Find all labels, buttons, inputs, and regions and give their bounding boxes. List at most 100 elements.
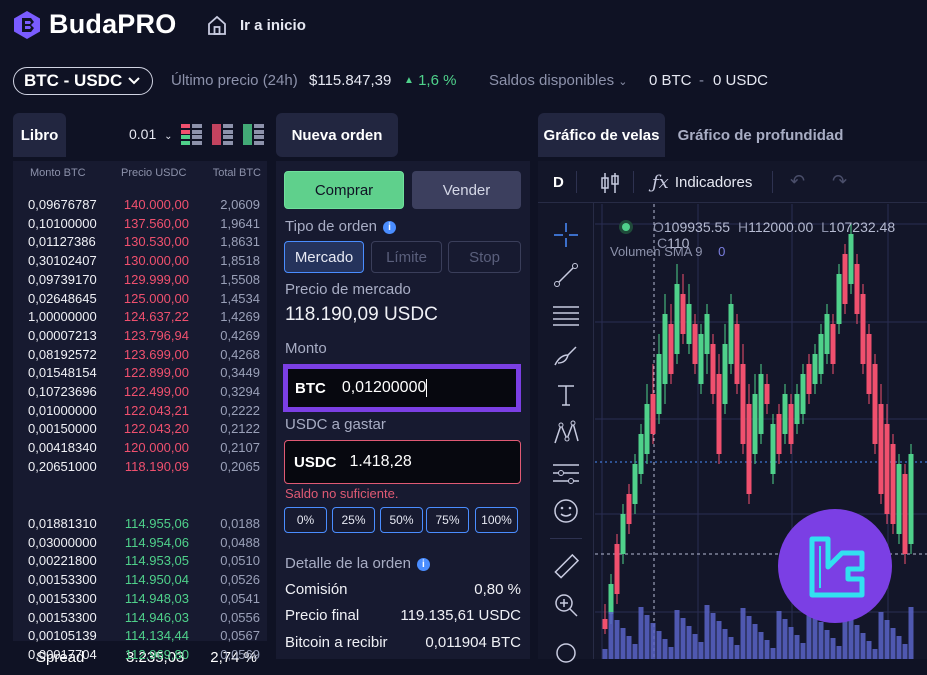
info-icon[interactable]: i: [416, 558, 430, 571]
balances-dropdown[interactable]: Saldos disponibles ⌄: [489, 72, 627, 89]
ask-total: 0,4268: [220, 346, 260, 362]
ask-price: 122.043,20: [123, 421, 189, 437]
sell-button[interactable]: Vender: [412, 171, 521, 209]
brand-logo[interactable]: BudaPRO: [13, 9, 176, 40]
ask-row[interactable]: 0,10723696 122.499,00 0,3294: [13, 384, 267, 402]
tab-candles[interactable]: Gráfico de velas: [538, 113, 665, 157]
candle-body: [602, 619, 608, 629]
percent-75-button[interactable]: 75%: [426, 507, 469, 533]
undo-icon[interactable]: ↶: [790, 171, 805, 192]
spend-value: 1.418,28: [349, 453, 412, 470]
candle-body: [626, 494, 632, 524]
spend-currency: USDC: [294, 453, 337, 471]
pair-selector[interactable]: BTC - USDC: [13, 67, 153, 95]
ask-row[interactable]: 0,01127386 130.530,00 1,8631: [13, 234, 267, 252]
bid-row[interactable]: 0,03000000 114.954,06 0,0488: [13, 535, 267, 553]
candle-body: [872, 364, 878, 444]
bid-row[interactable]: 0,00153300 114.948,03 0,0541: [13, 591, 267, 609]
chart-tabs: Gráfico de velas Gráfico de profundidad: [538, 113, 927, 157]
ask-amount: 0,01000000: [28, 402, 97, 418]
bid-total: 0,0488: [220, 534, 260, 550]
book-both-view-icon[interactable]: [181, 124, 202, 145]
bid-row[interactable]: 0,01881310 114.955,06 0,0188: [13, 516, 267, 534]
ask-row[interactable]: 0,02648645 125.000,00 1,4534: [13, 291, 267, 309]
ruler-icon[interactable]: [552, 553, 580, 581]
ohlc-l: 107232.48: [828, 219, 896, 235]
candle-body: [908, 454, 914, 544]
candle-body: [740, 364, 746, 444]
redo-icon[interactable]: ↷: [832, 171, 847, 192]
ask-row[interactable]: 0,30102407 130.000,00 1,8518: [13, 253, 267, 271]
amount-label: Monto: [285, 340, 327, 357]
volume-bar: [602, 649, 608, 659]
trend-line-icon[interactable]: [552, 261, 580, 289]
ohlc-o-label: O: [653, 219, 664, 235]
ask-row[interactable]: 0,00007213 123.796,94 0,4269: [13, 328, 267, 346]
ask-row[interactable]: 0,00150000 122.043,20 0,2122: [13, 421, 267, 439]
spend-input[interactable]: USDC 1.418,28: [284, 440, 521, 484]
type-market-button[interactable]: Mercado: [284, 241, 364, 273]
chevron-down-icon: ⌄: [618, 76, 628, 88]
percent-25-button[interactable]: 25%: [332, 507, 375, 533]
detail-final-price: Precio final 119.135,61 USDC: [285, 607, 521, 624]
tab-depth[interactable]: Gráfico de profundidad: [673, 113, 848, 157]
tab-nueva-orden[interactable]: Nueva orden: [276, 113, 398, 157]
candle-body: [728, 304, 734, 364]
text-tool-icon[interactable]: [552, 381, 580, 409]
ask-row[interactable]: 0,10100000 137.560,00 1,9641: [13, 216, 267, 234]
amount-input[interactable]: BTC 0,01200000: [283, 364, 521, 412]
buy-button[interactable]: Comprar: [284, 171, 404, 209]
zoom-in-icon[interactable]: [552, 591, 580, 619]
home-link[interactable]: Ir a inicio: [206, 14, 306, 36]
bid-row[interactable]: 0,00017704 112.969,80 0,0569: [13, 647, 267, 665]
ask-price: 125.000,00: [123, 290, 189, 306]
ask-row[interactable]: 0,00418340 120.000,00 0,2107: [13, 440, 267, 458]
ask-row[interactable]: 1,00000000 124.637,22 1,4269: [13, 309, 267, 327]
volume-bar: [728, 637, 734, 659]
emoji-icon[interactable]: [552, 497, 580, 525]
interval-select[interactable]: D: [553, 174, 564, 191]
volume-bar: [848, 617, 854, 659]
ask-price: 122.499,00: [123, 384, 189, 399]
info-icon[interactable]: i: [383, 221, 397, 234]
ask-row[interactable]: 0,20651000 118.190,09 0,2065: [13, 459, 267, 477]
candle-style-icon[interactable]: [600, 172, 620, 194]
volume-bar: [860, 633, 866, 659]
candle-body: [620, 514, 626, 554]
ask-row[interactable]: 0,09676787 140.000,00 2,0609: [13, 197, 267, 215]
volume-bar: [692, 634, 698, 659]
ask-row[interactable]: 0,09739170 129.999,00 1,5508: [13, 272, 267, 290]
toolbar-divider: [772, 171, 773, 193]
ask-amount: 0,02648645: [28, 290, 97, 306]
ask-row[interactable]: 0,01000000 122.043,21 0,2222: [13, 403, 267, 421]
book-asks-view-icon[interactable]: [212, 124, 233, 145]
indicators-button[interactable]: ƒx Indicadores: [652, 172, 752, 193]
horizontal-lines-icon[interactable]: [552, 301, 580, 329]
brush-icon[interactable]: [552, 341, 580, 369]
pattern-icon[interactable]: [552, 419, 580, 447]
ask-amount: 0,01127386: [28, 234, 96, 250]
bid-amount: 0,00105139: [28, 628, 97, 644]
percent-0-button[interactable]: 0%: [284, 507, 327, 533]
bid-row[interactable]: 0,00153300 114.950,04 0,0526: [13, 572, 267, 590]
book-bids-view-icon[interactable]: [243, 124, 264, 145]
top-bar: BudaPRO Ir a inicio: [0, 0, 927, 52]
tab-libro[interactable]: Libro: [13, 113, 66, 157]
price-change-value: 1,6 %: [418, 72, 457, 89]
ask-row[interactable]: 0,01548154 122.899,00 0,3449: [13, 365, 267, 383]
percent-50-button[interactable]: 50%: [380, 507, 423, 533]
percent-100-button[interactable]: 100%: [475, 507, 518, 533]
ask-amount: 1,00000000: [28, 309, 97, 325]
bid-row[interactable]: 0,00153300 114.946,03 0,0556: [13, 610, 267, 628]
type-limit-button[interactable]: Límite: [371, 241, 442, 273]
type-stop-button[interactable]: Stop: [448, 241, 521, 273]
ask-row[interactable]: 0,08192572 123.699,00 0,4268: [13, 347, 267, 365]
precision-select[interactable]: 0.01 ⌄: [129, 126, 173, 142]
bid-row[interactable]: 0,00221800 114.953,05 0,0510: [13, 553, 267, 571]
bid-row[interactable]: 0,00105139 114.134,44 0,0567: [13, 628, 267, 646]
insufficient-balance-error: Saldo no suficiente.: [285, 486, 399, 501]
prediction-icon[interactable]: [552, 459, 580, 487]
crosshair-icon[interactable]: [552, 221, 580, 249]
market-bar: BTC - USDC Último precio (24h) $115.847,…: [0, 62, 927, 98]
detail-value: 0,80 %: [474, 581, 521, 598]
